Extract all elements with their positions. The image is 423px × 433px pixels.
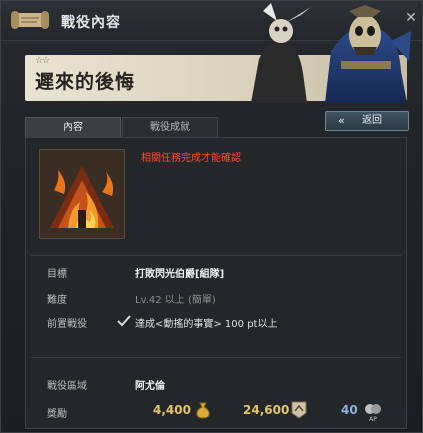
burning-house-icon <box>40 150 124 238</box>
double-chevron-left-icon: « <box>338 114 345 127</box>
quest-name: 遲來的後悔 <box>35 71 136 93</box>
divider <box>31 255 401 256</box>
svg-text:AP: AP <box>369 416 377 423</box>
objective-label: 目標 <box>47 269 67 280</box>
boss-illustration <box>251 3 411 103</box>
difficulty-stars: ☆☆ <box>35 56 50 66</box>
back-button[interactable]: « 返回 <box>325 111 409 131</box>
region-label: 戰役區域 <box>47 381 87 392</box>
quest-icon-frame <box>39 149 125 239</box>
scroll-icon <box>11 11 49 29</box>
reward-label: 獎勵 <box>47 409 67 420</box>
prerequisite-label: 前置戰役 <box>47 319 87 330</box>
reward-ap-value: 40 <box>341 403 358 417</box>
quest-window: 戰役內容 ✕ ☆☆ 遲來的後悔 內容 戰役成就 « 返回 相關任務完成才能確認 … <box>0 0 423 433</box>
reward-gold-value: 4,400 <box>153 403 191 417</box>
notice-text: 相關任務完成才能確認 <box>141 153 241 164</box>
reward-exp-value: 24,600 <box>243 403 290 417</box>
check-icon <box>117 315 131 327</box>
back-button-label: 返回 <box>362 115 382 126</box>
ap-icon: AP <box>365 404 381 423</box>
window-title: 戰役內容 <box>61 15 121 31</box>
difficulty-value: Lv.42 以上 (簡單) <box>135 295 216 306</box>
divider <box>31 357 401 358</box>
difficulty-label: 難度 <box>47 295 67 306</box>
tab-achievements[interactable]: 戰役成就 <box>122 117 218 137</box>
tab-content[interactable]: 內容 <box>25 117 121 137</box>
prerequisite-value: 達成<動搖的事實> 100 pt以上 <box>135 319 278 330</box>
region-value: 阿尤倫 <box>135 381 165 392</box>
objective-value: 打敗閃光伯爵[組隊] <box>135 269 225 280</box>
gold-pouch-icon <box>196 402 210 419</box>
exp-badge-icon <box>291 401 307 419</box>
